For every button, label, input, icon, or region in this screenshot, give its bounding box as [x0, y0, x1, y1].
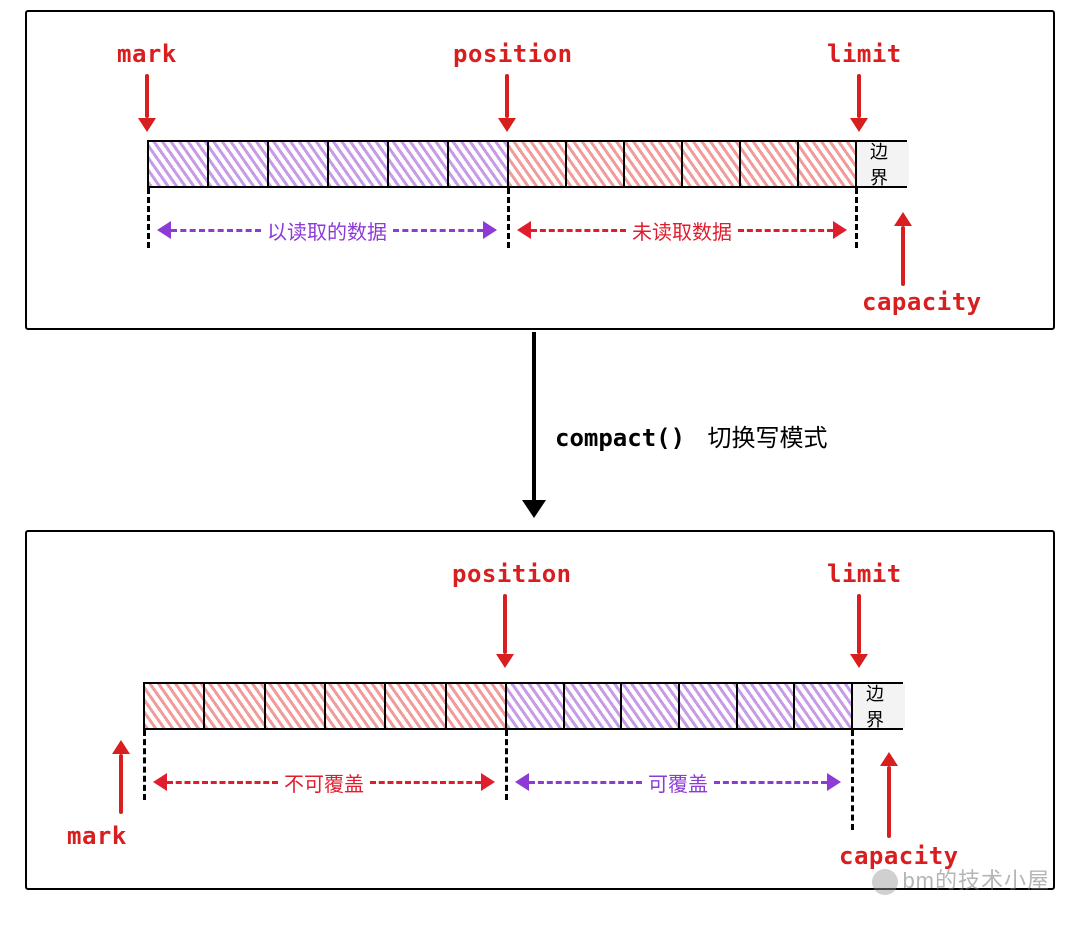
watermark-text: bm的技术小屋	[902, 868, 1050, 893]
transition-suffix: 切换写模式	[708, 425, 828, 452]
arrow-limit-down-icon	[847, 74, 871, 132]
boundary-label: 边界	[870, 138, 896, 190]
range-read-text: 以读取的数据	[261, 216, 393, 245]
watermark-logo-icon	[872, 869, 898, 895]
label-position-top: position	[453, 40, 573, 68]
range-unread: 未读取数据	[517, 218, 847, 242]
buffer-after: 边界	[143, 682, 903, 730]
dash-position	[507, 188, 510, 248]
dash-mark	[147, 188, 150, 248]
arrow-mark-up-icon	[109, 740, 133, 814]
range-read: 以读取的数据	[157, 218, 497, 242]
range-noncover: 不可覆盖	[153, 770, 495, 794]
arrow-mark-down-icon	[135, 74, 159, 132]
dash-position-b	[505, 730, 508, 800]
seg-noncover	[145, 684, 507, 728]
range-unread-text: 未读取数据	[626, 216, 738, 245]
boundary-label-b: 边界	[866, 680, 892, 732]
seg-cover	[507, 684, 853, 728]
arrow-position-down-b-icon	[493, 594, 517, 668]
dash-limit-b	[851, 730, 854, 830]
label-limit-bottom: limit	[827, 560, 902, 588]
label-limit-top: limit	[827, 40, 902, 68]
label-mark-bottom: mark	[67, 822, 127, 850]
seg-boundary-b: 边界	[853, 684, 905, 728]
range-noncover-text: 不可覆盖	[278, 768, 370, 797]
watermark: bm的技术小屋	[872, 863, 1050, 895]
before-panel: mark position limit capacity 边界 以读取的数据	[25, 10, 1055, 330]
transition-method: compact() 切换写模式	[555, 418, 828, 453]
arrow-capacity-up-b-icon	[877, 752, 901, 838]
transition-arrow-icon	[532, 332, 536, 502]
range-cover: 可覆盖	[515, 770, 841, 794]
arrow-limit-down-b-icon	[847, 594, 871, 668]
seg-unread-data	[509, 142, 857, 186]
range-cover-text: 可覆盖	[642, 768, 714, 797]
seg-read-data	[149, 142, 509, 186]
arrow-position-down-icon	[495, 74, 519, 132]
label-mark-top: mark	[117, 40, 177, 68]
seg-boundary: 边界	[857, 142, 909, 186]
dash-limit	[855, 188, 858, 248]
label-capacity-top: capacity	[862, 288, 982, 316]
buffer-before: 边界	[147, 140, 907, 188]
label-position-bottom: position	[452, 560, 572, 588]
after-panel: position limit mark capacity 边界 不可覆盖	[25, 530, 1055, 890]
dash-start-b	[143, 730, 146, 800]
transition-method-text: compact()	[555, 424, 685, 452]
arrow-capacity-up-icon	[891, 212, 915, 286]
